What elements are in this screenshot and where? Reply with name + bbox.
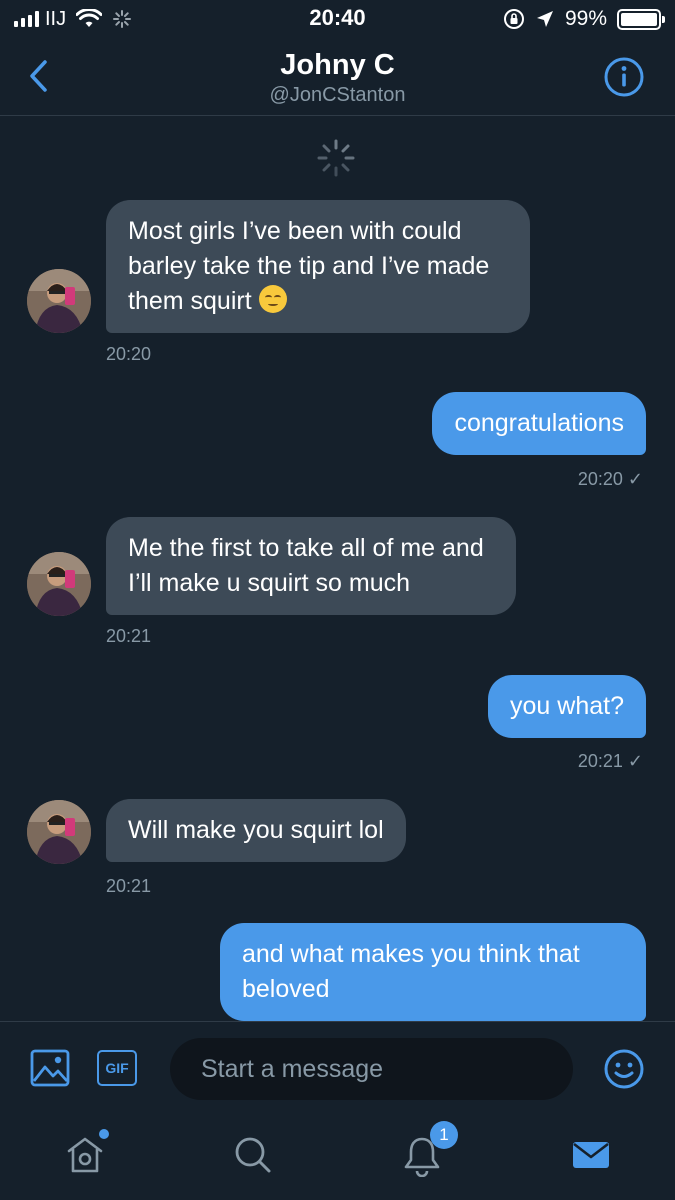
tab-notifications[interactable]: 1 [400, 1121, 458, 1178]
avatar-photo [27, 552, 91, 616]
conversation-header: Johny C @JonCStanton [0, 40, 675, 116]
message-timestamp: 20:21 [106, 876, 152, 896]
message-bubble-outgoing[interactable]: congratulations [432, 392, 646, 455]
message-input[interactable]: Start a message [170, 1038, 573, 1100]
message-text: Me the first to take all of me and I’ll … [128, 534, 484, 597]
contact-handle: @JonCStanton [269, 84, 406, 106]
location-arrow-icon [536, 11, 553, 27]
avatar-photo [27, 800, 91, 864]
avatar-photo [27, 269, 91, 333]
info-button[interactable] [603, 56, 645, 98]
message-bubble-incoming[interactable]: Most girls I’ve been with could barley t… [106, 200, 530, 333]
tab-messages[interactable] [569, 1133, 613, 1177]
contact-avatar[interactable] [27, 800, 91, 864]
loading-spinner-icon [317, 139, 355, 177]
message-timestamp: 20:20 ✓ [577, 469, 643, 489]
message-bubble-outgoing[interactable]: and what makes you think that beloved [220, 923, 646, 1021]
gif-button[interactable]: GIF [97, 1050, 137, 1086]
status-bar: IIJ 20:40 99% [0, 0, 675, 40]
message-bubble-outgoing[interactable]: you what? [488, 675, 646, 738]
relieved-face-emoji-icon [258, 285, 287, 313]
new-content-dot [99, 1129, 109, 1139]
envelope-icon [573, 1142, 609, 1168]
smiley-icon [604, 1049, 644, 1089]
home-icon [67, 1137, 103, 1173]
message-text: you what? [510, 692, 624, 720]
orientation-lock-icon [503, 9, 524, 29]
sent-check-icon: ✓ [627, 751, 643, 771]
battery-icon [617, 8, 665, 30]
search-icon [235, 1137, 271, 1173]
message-text: Most girls I’ve been with could barley t… [128, 217, 490, 315]
contact-name[interactable]: Johny C [0, 49, 675, 82]
sent-check-icon: ✓ [627, 469, 643, 489]
tab-bar: 1 [0, 1115, 675, 1200]
info-icon [604, 57, 644, 97]
tab-home[interactable] [63, 1129, 109, 1177]
notifications-badge: 1 [430, 1121, 458, 1149]
message-timestamp: 20:20 [106, 344, 152, 364]
tab-search[interactable] [231, 1133, 275, 1177]
message-timestamp: 20:21 ✓ [577, 751, 643, 771]
message-text: congratulations [454, 409, 624, 437]
message-bubble-incoming[interactable]: Me the first to take all of me and I’ll … [106, 517, 516, 615]
message-text: Will make you squirt lol [128, 816, 384, 844]
contact-avatar[interactable] [27, 552, 91, 616]
message-text: and what makes you think that beloved [242, 940, 580, 1003]
emoji-button[interactable] [603, 1048, 645, 1090]
battery-percentage: 99% [564, 7, 607, 30]
message-composer: GIF Start a message [0, 1021, 675, 1115]
add-photo-button[interactable] [30, 1048, 70, 1088]
contact-avatar[interactable] [27, 269, 91, 333]
message-timestamp: 20:21 [106, 626, 152, 646]
image-icon [30, 1049, 70, 1087]
message-bubble-incoming[interactable]: Will make you squirt lol [106, 799, 406, 862]
